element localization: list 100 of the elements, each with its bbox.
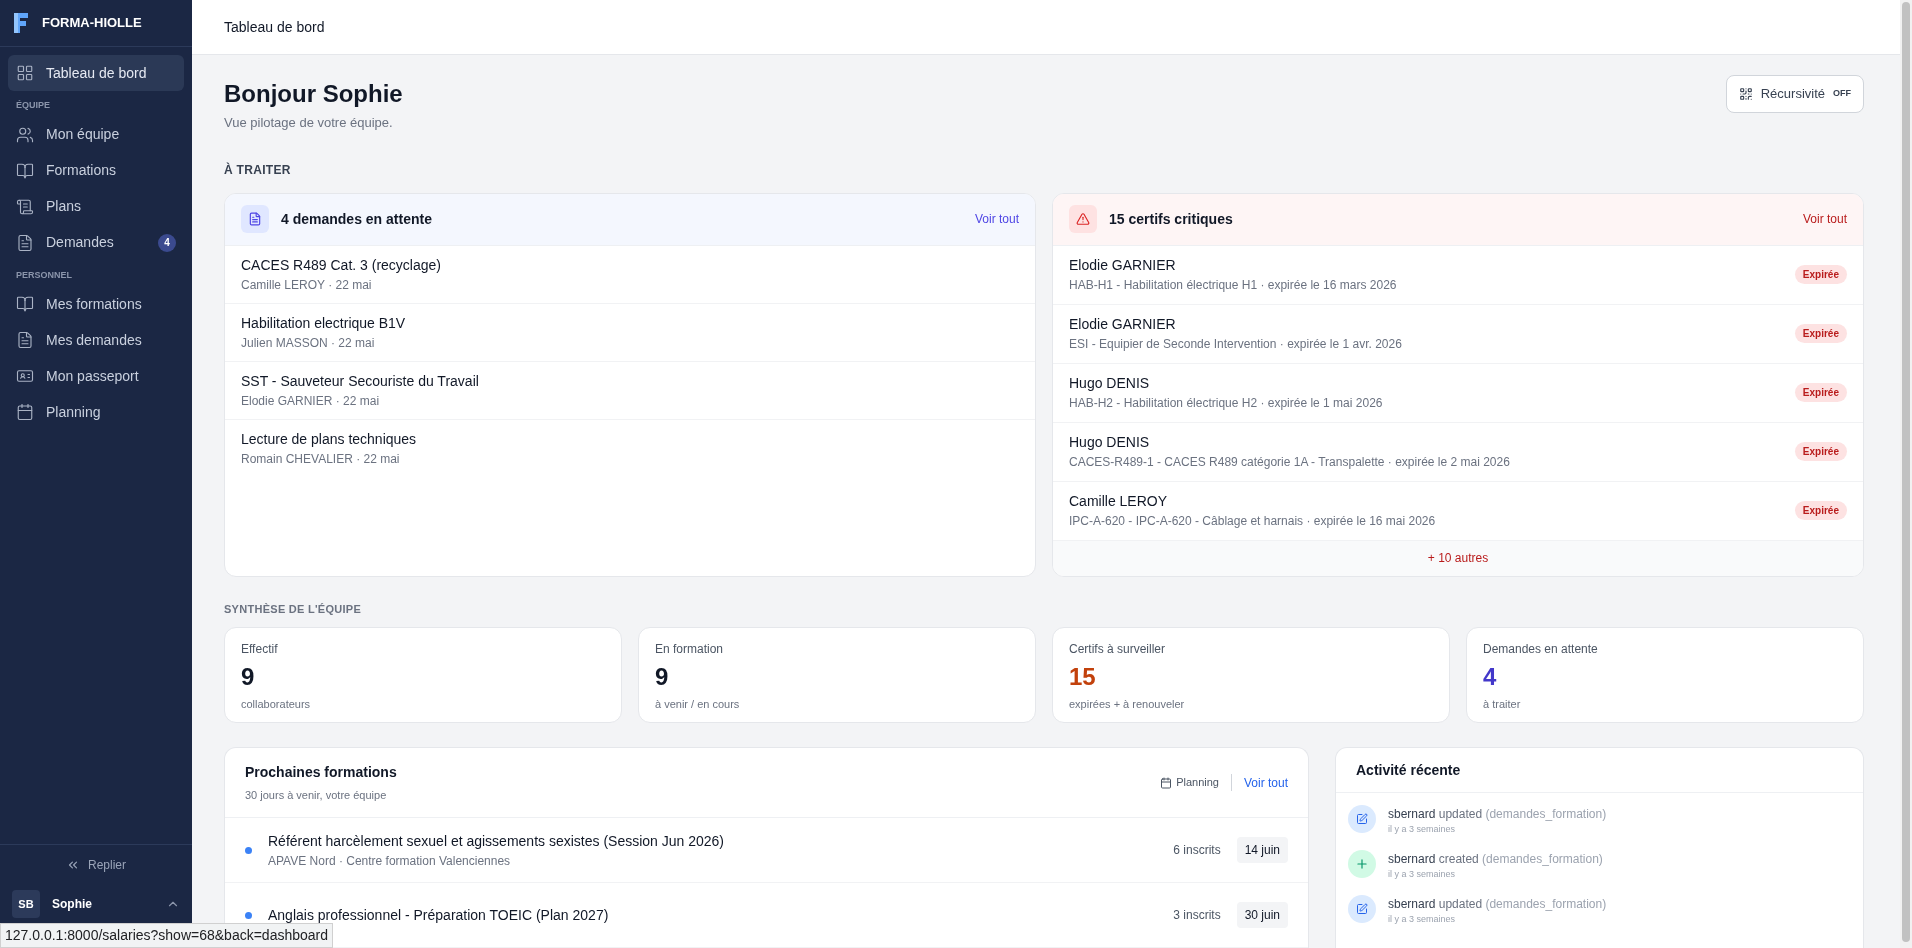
more-link[interactable]: + 10 autres [1427,549,1489,567]
stat-label: Certifs à surveiller [1069,641,1167,658]
nav-item[interactable]: Planning [8,394,184,430]
document-icon [241,205,269,233]
request-meta: Camille LEROY · 22 mai [241,276,373,294]
request-row[interactable]: Habilitation electrique B1V Julien MASSON · 22 mai [225,303,1035,362]
see-all-link[interactable]: Voir tout [974,210,1019,228]
nav-item[interactable]: Formations [8,152,184,189]
user-name: Sophie [52,896,93,913]
brand-name: FORMA-HIOLLE [42,14,142,33]
activity-text: sbernard updated (demandes_formation) [1388,806,1607,823]
section-heading: À TRAITER [224,161,292,179]
card-title: 4 demandes en attente [281,209,433,229]
nav-item[interactable]: Mes demandes [8,322,184,358]
stat-value: 9 [655,662,670,692]
training-title: Référent harcèlement sexuel et agissements sexistes (Session Jun 2026) [268,831,725,851]
see-all-link[interactable]: Voir tout [1231,773,1288,792]
document-icon [16,331,34,349]
users-icon [16,125,34,144]
status-badge: Expirée [1794,265,1847,284]
activity-text: sbernard updated (demandes_formation) [1388,896,1607,913]
card-subtitle: 30 jours à venir, votre équipe [245,787,388,803]
status-tooltip: 127.0.0.1:8000/salaries?show=68&back=dashboard [0,923,334,948]
card-title: Prochaines formations [245,762,398,782]
status-badge: Expirée [1794,324,1847,343]
status-badge: Expirée [1794,442,1847,461]
planning-button[interactable]: Planning [1160,774,1232,791]
request-title: CACES R489 Cat. 3 (recyclage) [241,255,442,275]
stat-label: En formation [655,641,725,658]
person-name: Elodie GARNIER [1069,256,1177,275]
request-meta: Elodie GARNIER · 22 mai [241,392,381,410]
nav-item[interactable]: Mon équipe [8,116,184,153]
request-row[interactable]: SST - Sauveteur Secouriste du Travail Elodie GARNIER · 22 mai [225,361,1035,420]
person-name: Hugo DENIS [1069,433,1151,452]
stat-caption: collaborateurs [241,697,312,712]
status-badge: Expirée [1794,383,1847,402]
stat-label: Effectif [241,641,279,658]
cert-meta: ESI - Equipier de Seconde Intervention · expirée le 1 avr. 2026 [1069,336,1403,353]
book-icon [16,161,34,180]
calendar-icon [1160,776,1173,789]
grid-icon [16,64,34,82]
greeting-title: Bonjour Sophie [224,79,404,109]
section-heading: PERSONNEL [15,268,73,282]
activity-text: sbernard created (demandes_formation) [1388,851,1603,868]
user-avatar: SB [12,890,40,918]
scroll-icon [16,197,34,216]
date-badge: 30 juin [1236,902,1288,928]
qr-code-icon [1738,87,1753,101]
document-icon [16,233,34,252]
logo-icon [12,11,30,35]
section-heading: SYNTHÈSE DE L'ÉQUIPE [224,601,363,617]
card-title: Activité récente [1356,760,1461,780]
request-title: Habilitation electrique B1V [241,313,407,333]
see-all-link[interactable]: Voir tout [1802,210,1847,228]
recursion-toggle[interactable]: Récursivité OFF [1725,75,1864,113]
participant-count: 6 inscrits [1173,842,1221,859]
cert-meta: HAB-H1 - Habilitation électrique H1 · expirée le 16 mars 2026 [1069,277,1398,294]
person-name: Hugo DENIS [1069,374,1151,393]
collapse-button[interactable]: Replier [66,855,126,874]
stat-value: 9 [241,662,256,692]
request-meta: Romain CHEVALIER · 22 mai [241,451,401,468]
nav-item[interactable]: Demandes 4 [8,224,184,261]
nav-item[interactable]: Tableau de bord [8,55,184,91]
stat-value: 4 [1483,662,1498,692]
request-row[interactable]: Lecture de plans techniques Romain CHEVALIER · 22 mai [225,419,1035,478]
plus-icon [1348,850,1376,878]
person-name: Camille LEROY [1069,492,1169,511]
cert-meta: CACES-R489-1 - CACES R489 catégorie 1A - Transpalette · expirée le 2 mai 2026 [1069,454,1511,471]
greeting-subtitle: Vue pilotage de votre équipe. [224,114,394,132]
stat-caption: à traiter [1483,697,1522,712]
person-name: Elodie GARNIER [1069,315,1177,334]
nav-item[interactable]: Plans [8,188,184,225]
edit-icon [1348,805,1376,833]
date-badge: 14 juin [1236,837,1288,863]
stat-caption: à venir / en cours [655,697,741,712]
id-card-icon [16,367,34,385]
status-badge: Expirée [1794,501,1847,520]
request-meta: Julien MASSON · 22 mai [241,334,376,352]
request-row[interactable]: CACES R489 Cat. 3 (recyclage) Camille LEROY · 22 mai [225,245,1035,304]
card-title: 15 certifs critiques [1109,209,1234,229]
cert-meta: HAB-H2 - Habilitation électrique H2 · expirée le 1 mai 2026 [1069,395,1384,412]
page-title: Tableau de bord [224,17,325,37]
count-badge: 4 [158,233,176,252]
request-title: SST - Sauveteur Secouriste du Travail [241,371,480,391]
warning-icon [1069,205,1097,233]
edit-icon [1348,895,1376,923]
stat-label: Demandes en attente [1483,641,1599,658]
nav-item[interactable]: Mes formations [8,286,184,322]
calendar-icon [16,403,34,421]
nav-item[interactable]: Mon passeport [8,358,184,394]
section-heading: ÉQUIPE [15,99,51,112]
stat-caption: expirées + à renouveler [1069,697,1186,712]
request-title: Lecture de plans techniques [241,430,418,449]
training-row[interactable]: Référent harcèlement sexuel et agissements sexistes (Session Jun 2026) APAVE Nord · Centre formation Valenciennes 6 inscrits 14 juin [225,818,1308,883]
book-icon [16,295,34,313]
cert-meta: IPC-A-620 - IPC-A-620 - Câblage et harnais · expirée le 16 mai 2026 [1069,513,1437,530]
participant-count: 3 inscrits [1173,907,1221,924]
training-meta: APAVE Nord · Centre formation Valenciennes [268,852,512,870]
training-title: Anglais professionnel - Préparation TOEIC (Plan 2027) [268,905,610,925]
stat-value: 15 [1069,662,1097,692]
